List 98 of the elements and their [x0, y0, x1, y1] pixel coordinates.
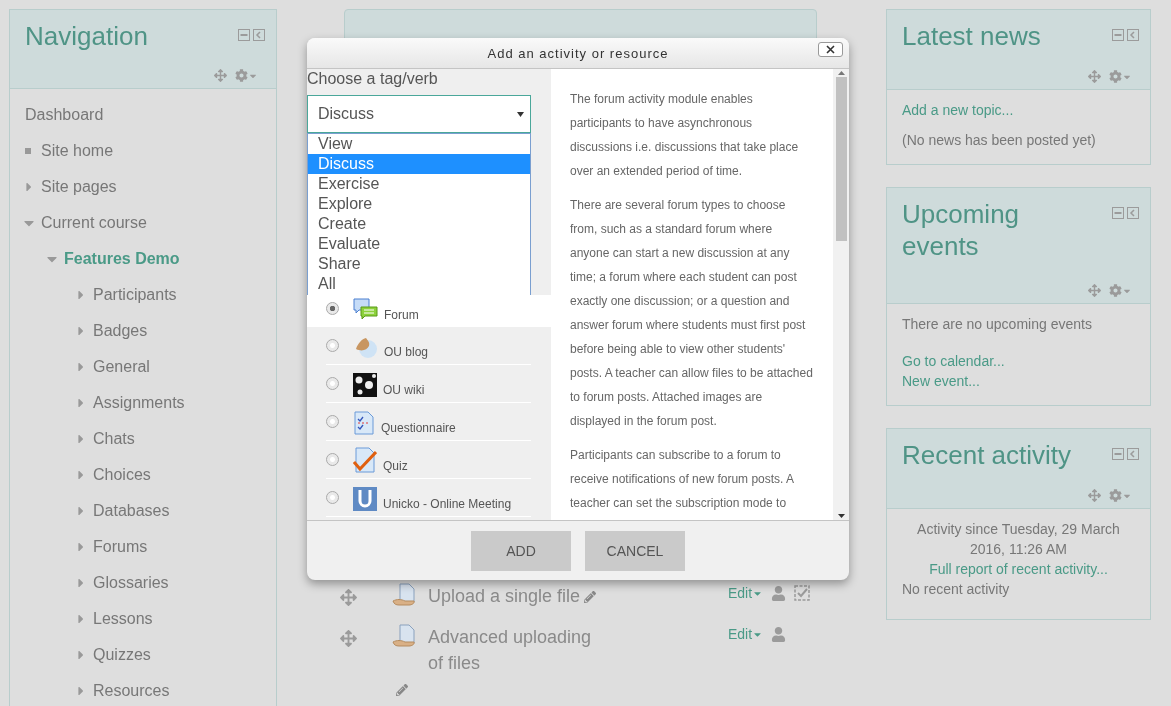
move-icon[interactable]	[214, 69, 227, 82]
move-icon[interactable]	[1088, 284, 1101, 297]
module-option[interactable]: Unicko - Online Meeting	[307, 479, 551, 517]
nav-item[interactable]: Resources	[93, 682, 170, 700]
checklist-document-icon	[353, 411, 375, 435]
scroll-up-icon[interactable]	[837, 71, 845, 75]
block-title: Recent activity	[902, 439, 1073, 471]
nav-item[interactable]: Assignments	[93, 394, 185, 412]
event-link[interactable]: New event...	[902, 371, 1135, 391]
description-paragraph: Participants can subscribe to a forum to receive notifications of new forum posts. A teacher can set the subscription mode to	[570, 447, 795, 512]
bullet-icon	[25, 148, 31, 154]
speech-bubbles-icon	[353, 298, 378, 322]
meeting-logo-icon	[353, 487, 377, 511]
module-label: OU blog	[384, 345, 429, 359]
nav-item[interactable]: Glossaries	[93, 574, 169, 592]
spotted-pattern-icon	[353, 373, 377, 397]
edit-title-icon[interactable]	[584, 591, 597, 603]
tag-select[interactable]: Discuss	[307, 95, 531, 133]
activity-since-text: Activity since Tuesday, 29 March 2016, 11:26 AM	[916, 520, 1121, 559]
user-icon[interactable]	[771, 585, 787, 601]
nav-item[interactable]: Databases	[93, 502, 170, 520]
nav-item[interactable]: Site home	[41, 142, 114, 160]
dock-icon[interactable]	[253, 29, 265, 41]
add-topic-link[interactable]: Add a new topic...	[902, 100, 1135, 120]
settings-icon[interactable]	[235, 69, 258, 82]
move-icon[interactable]	[340, 589, 357, 606]
scroll-down-icon[interactable]	[837, 514, 845, 518]
module-label: Quiz	[383, 459, 408, 473]
nav-item[interactable]: Site pages	[41, 178, 117, 196]
checkmark-document-icon	[353, 447, 377, 473]
dock-icon[interactable]	[1127, 448, 1139, 460]
dock-icon[interactable]	[1127, 207, 1139, 219]
completion-checkbox-icon[interactable]	[794, 585, 811, 601]
events-status-text: There are no upcoming events	[902, 315, 1093, 334]
user-icon[interactable]	[771, 626, 787, 642]
move-icon[interactable]	[1088, 70, 1101, 83]
nav-item[interactable]: Quizzes	[93, 646, 151, 664]
settings-icon[interactable]	[1109, 70, 1132, 83]
news-status-text: (No news has been posted yet)	[902, 131, 1097, 150]
block-title: Latest news	[902, 20, 1042, 52]
module-label: OU wiki	[383, 383, 425, 397]
move-icon[interactable]	[1088, 489, 1101, 502]
edit-menu-link[interactable]: Edit	[728, 585, 764, 601]
nav-item[interactable]: Badges	[93, 322, 148, 340]
module-label: Questionnaire	[381, 421, 456, 435]
radio-button[interactable]	[326, 377, 339, 390]
module-option[interactable]: Questionnaire	[307, 403, 551, 441]
block-title: Upcoming events	[902, 198, 1021, 262]
minimize-icon[interactable]	[1112, 29, 1124, 41]
close-icon	[826, 45, 835, 54]
move-icon[interactable]	[340, 630, 357, 647]
file-in-hand-icon	[392, 624, 418, 650]
radio-button[interactable]	[326, 491, 339, 504]
event-link[interactable]: Go to calendar...	[902, 351, 1135, 371]
settings-icon[interactable]	[1109, 284, 1132, 297]
blog-icon	[353, 335, 378, 359]
edit-title-icon[interactable]	[396, 684, 408, 696]
dialog-title: Add an activity or resource	[487, 45, 669, 61]
nav-item[interactable]: Current course	[41, 214, 147, 232]
module-label: Forum	[384, 308, 419, 322]
scrollbar[interactable]	[833, 69, 849, 520]
nav-item[interactable]: Forums	[93, 538, 148, 556]
nav-item[interactable]: Dashboard	[25, 106, 104, 124]
cancel-button[interactable]: CANCEL	[585, 530, 685, 571]
nav-item[interactable]: Lessons	[93, 610, 153, 628]
module-label: Unicko - Online Meeting	[383, 497, 512, 511]
dock-icon[interactable]	[1127, 29, 1139, 41]
nav-item[interactable]: Features Demo	[64, 250, 180, 268]
radio-button[interactable]	[326, 415, 339, 428]
file-in-hand-icon	[392, 583, 418, 609]
activity-title[interactable]: Upload a single file	[428, 583, 581, 609]
module-option[interactable]: Quiz	[307, 441, 551, 479]
radio-button[interactable]	[326, 302, 339, 315]
block-title: Navigation	[25, 20, 149, 52]
minimize-icon[interactable]	[1112, 207, 1124, 219]
filter-label: Choose a tag/verb	[307, 69, 439, 89]
nav-item[interactable]: Choices	[93, 466, 151, 484]
radio-button[interactable]	[326, 339, 339, 352]
radio-button[interactable]	[326, 453, 339, 466]
edit-menu-link[interactable]: Edit	[728, 626, 764, 642]
module-option[interactable]: OU wiki	[307, 365, 551, 403]
full-report-link[interactable]: Full report of recent activity...	[902, 559, 1135, 579]
add-button[interactable]: ADD	[471, 530, 571, 571]
nav-item[interactable]: Chats	[93, 430, 135, 448]
no-activity-text: No recent activity	[902, 580, 1011, 599]
settings-icon[interactable]	[1109, 489, 1132, 502]
description-paragraph: The forum activity module enables participants to have asynchronous discussions i.e. discussions that take place over an extended period of time.	[570, 91, 800, 180]
tag-option[interactable]: Discuss	[308, 154, 530, 174]
nav-item[interactable]: General	[93, 358, 150, 376]
description-paragraph: There are several forum types to choose from, such as a standard forum where anyone can start a new discussion at any time; a forum where each student can post exactly one discussion; or a question and answer forum where students must first post before being able to view other students' posts. A teacher can allow files to be attached to forum posts. Attached images are displayed in the forum post.	[570, 197, 813, 430]
close-button[interactable]	[818, 42, 843, 57]
module-option[interactable]: OU blog	[307, 327, 551, 365]
minimize-icon[interactable]	[238, 29, 250, 41]
minimize-icon[interactable]	[1112, 448, 1124, 460]
dropdown-caret-icon	[517, 111, 524, 117]
nav-item[interactable]: Participants	[93, 286, 177, 304]
module-option[interactable]: Forum	[307, 295, 551, 327]
activity-title[interactable]: Advanced uploading of files	[428, 624, 606, 676]
